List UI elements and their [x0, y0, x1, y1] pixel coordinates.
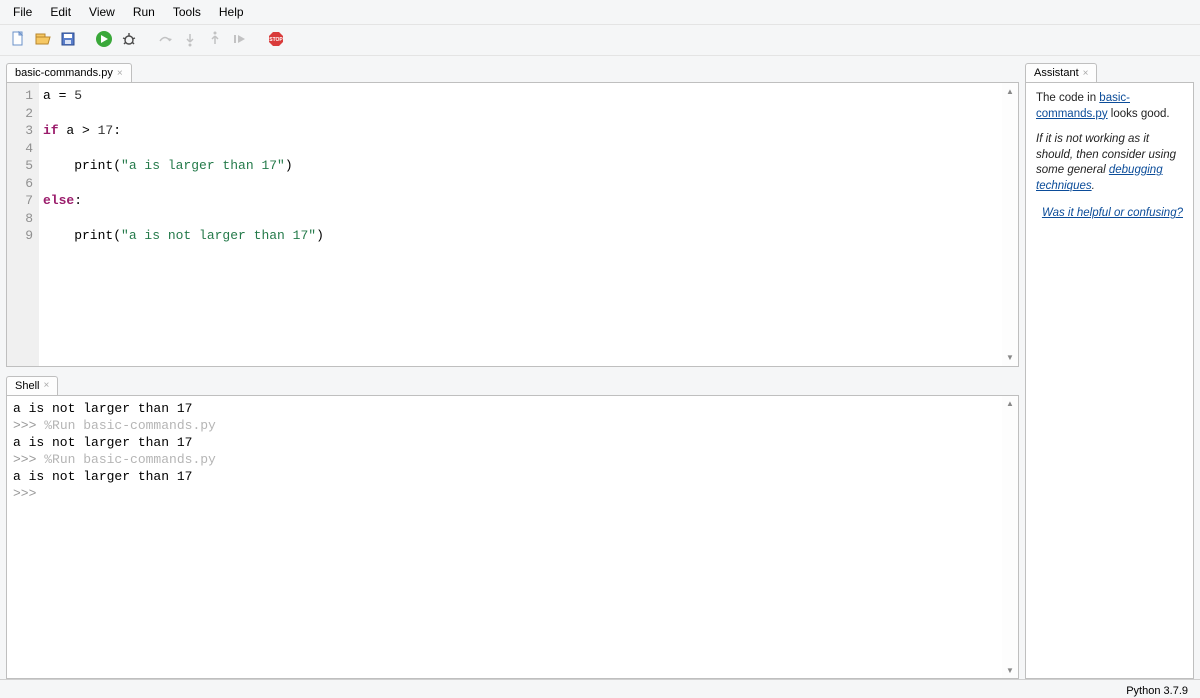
shell-scrollbar[interactable]: ▲ ▼ [1002, 396, 1018, 679]
svg-text:STOP: STOP [269, 37, 283, 43]
code-area[interactable]: a = 5 if a > 17: print("a is larger than… [39, 83, 1018, 366]
status-bar: Python 3.7.9 [0, 679, 1200, 698]
editor-tab-row: basic-commands.py × [6, 58, 1019, 82]
menu-run[interactable]: Run [124, 2, 164, 22]
shell-tab[interactable]: Shell × [6, 376, 58, 395]
assistant-tab-label: Assistant [1034, 67, 1079, 79]
step-into-icon[interactable] [180, 29, 200, 49]
assistant-text: looks good. [1108, 108, 1170, 120]
assistant-body: The code in basic-commands.py looks good… [1026, 83, 1193, 678]
menu-help[interactable]: Help [210, 2, 253, 22]
toolbar: STOP [0, 25, 1200, 56]
assistant-text: The code in [1036, 92, 1099, 104]
new-file-icon[interactable] [8, 29, 28, 49]
menu-edit[interactable]: Edit [41, 2, 80, 22]
editor-panel: 123456789 a = 5 if a > 17: print("a is l… [6, 82, 1019, 367]
shell-tab-label: Shell [15, 380, 39, 392]
shell-tab-row: Shell × [6, 371, 1019, 395]
scroll-down-icon[interactable]: ▼ [1002, 350, 1018, 366]
run-icon[interactable] [94, 29, 114, 49]
editor-tab[interactable]: basic-commands.py × [6, 63, 132, 82]
assistant-panel: The code in basic-commands.py looks good… [1025, 82, 1194, 679]
menu-tools[interactable]: Tools [164, 2, 210, 22]
assistant-tab[interactable]: Assistant × [1025, 63, 1097, 82]
feedback-link[interactable]: Was it helpful or confusing? [1036, 206, 1183, 222]
gutter: 123456789 [7, 83, 39, 366]
scroll-down-icon[interactable]: ▼ [1002, 662, 1018, 678]
left-column: basic-commands.py × 123456789 a = 5 if a… [0, 56, 1025, 679]
step-over-icon[interactable] [155, 29, 175, 49]
scroll-up-icon[interactable]: ▲ [1002, 396, 1018, 412]
python-version[interactable]: Python 3.7.9 [1126, 685, 1188, 697]
close-icon[interactable]: × [43, 380, 49, 391]
menu-file[interactable]: File [4, 2, 41, 22]
debug-icon[interactable] [119, 29, 139, 49]
close-icon[interactable]: × [1083, 68, 1089, 79]
editor-tab-label: basic-commands.py [15, 67, 113, 79]
assistant-column: Assistant × The code in basic-commands.p… [1025, 56, 1200, 679]
editor-scrollbar[interactable]: ▲ ▼ [1002, 83, 1018, 366]
menu-view[interactable]: View [80, 2, 124, 22]
stop-icon[interactable]: STOP [266, 29, 286, 49]
main-area: basic-commands.py × 123456789 a = 5 if a… [0, 56, 1200, 679]
close-icon[interactable]: × [117, 68, 123, 79]
step-out-icon[interactable] [205, 29, 225, 49]
scroll-up-icon[interactable]: ▲ [1002, 83, 1018, 99]
shell-area[interactable]: a is not larger than 17>>> %Run basic-co… [7, 396, 1018, 679]
menubar: File Edit View Run Tools Help [0, 0, 1200, 25]
assistant-tab-row: Assistant × [1025, 58, 1194, 82]
save-file-icon[interactable] [58, 29, 78, 49]
open-file-icon[interactable] [33, 29, 53, 49]
shell-panel: a is not larger than 17>>> %Run basic-co… [6, 395, 1019, 680]
assistant-tip: . [1092, 180, 1095, 192]
resume-icon[interactable] [230, 29, 250, 49]
